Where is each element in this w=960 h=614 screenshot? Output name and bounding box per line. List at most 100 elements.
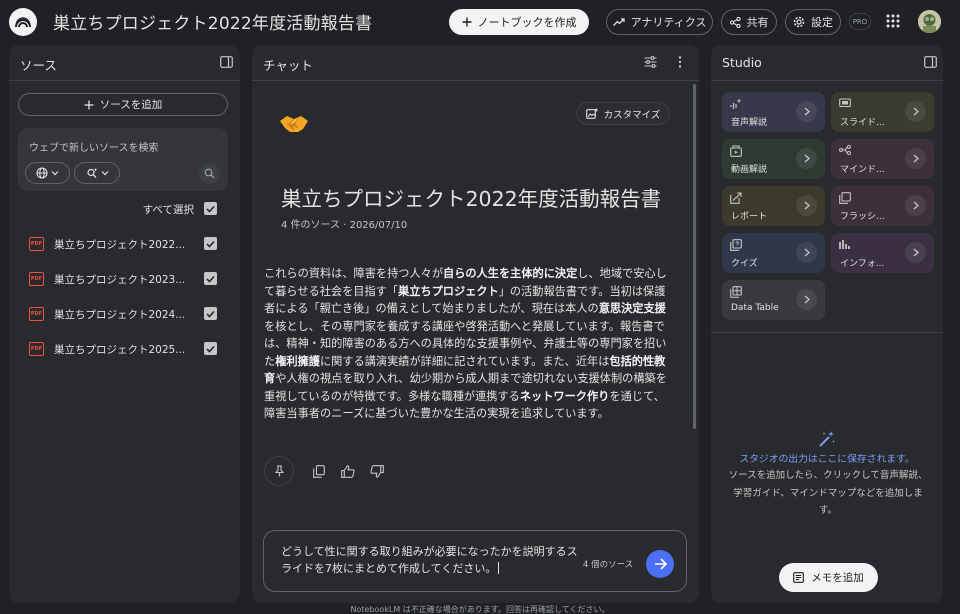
message-actions — [264, 456, 464, 486]
add-source-label: ソースを追加 — [99, 99, 163, 111]
google-apps-icon[interactable] — [886, 14, 900, 28]
chevron-right-icon[interactable] — [796, 242, 817, 263]
pdf-icon: PDF — [29, 237, 44, 251]
search-submit-button[interactable] — [199, 163, 220, 184]
quiz-icon — [730, 239, 742, 251]
more-vert-icon[interactable] — [678, 56, 682, 68]
share-icon — [729, 16, 741, 28]
studio-empty-title: スタジオの出力はここに保存されます。 — [739, 454, 915, 465]
chevron-down-icon — [101, 170, 109, 176]
pin-icon — [274, 465, 284, 477]
chevron-down-icon — [51, 170, 59, 176]
pdf-icon: PDF — [29, 307, 44, 321]
summary-bold-text: 自らの人生を主体的に決定 — [443, 267, 578, 280]
notebook-title-header[interactable]: 巣立ちプロジェクト2022年度活動報告書 — [53, 9, 372, 34]
studio-tile-infographic[interactable]: インフォ... — [831, 233, 934, 273]
studio-tile-quiz[interactable]: クイズ — [722, 233, 825, 273]
studio-tile-mindmap[interactable]: マインド... — [831, 139, 934, 179]
summary-text: これらの資料は、障害を持つ人々が — [264, 267, 444, 280]
source-item[interactable]: PDF 巣立ちプロジェクト2024... — [9, 300, 240, 328]
studio-tile-report[interactable]: レポート — [722, 186, 825, 226]
plus-icon — [84, 100, 94, 110]
research-mode-dropdown[interactable] — [74, 162, 120, 184]
studio-empty-description: ソースを追加したら、クリックして音声解説、学習ガイド、マインドマップなどを追加し… — [728, 470, 928, 516]
source-count: 4 個のソース — [583, 560, 634, 570]
magic-wand-icon — [818, 430, 836, 448]
tile-label: 音声解説 — [731, 118, 768, 128]
share-label: 共有 — [746, 16, 769, 29]
source-item[interactable]: PDF 巣立ちプロジェクト2025... — [9, 335, 240, 363]
thumbs-down-icon — [370, 464, 384, 478]
select-all-checkbox[interactable] — [204, 202, 217, 215]
chevron-right-icon[interactable] — [905, 101, 926, 122]
source-label: 巣立ちプロジェクト2024... — [54, 309, 186, 321]
web-source-dropdown[interactable] — [25, 162, 70, 184]
chevron-right-icon[interactable] — [796, 195, 817, 216]
collapse-panel-icon[interactable] — [924, 56, 937, 68]
chevron-right-icon[interactable] — [796, 101, 817, 122]
add-note-label: メモを追加 — [811, 572, 864, 584]
search-input[interactable]: ウェブで新しいソースを検索 — [29, 139, 159, 154]
chat-scrollbar[interactable] — [693, 84, 696, 429]
source-item[interactable]: PDF 巣立ちプロジェクト2022... — [9, 230, 240, 258]
chat-input[interactable]: どうして性に関する取り組みが必要になったかを説明するスライドを7枚にまとめて作成… — [281, 543, 581, 577]
report-icon — [730, 192, 742, 204]
tile-label: 動画解説 — [731, 165, 768, 175]
source-label: 巣立ちプロジェクト2025... — [54, 344, 186, 356]
pin-button[interactable] — [264, 456, 294, 486]
tile-label: レポート — [731, 212, 768, 222]
add-source-button[interactable]: ソースを追加 — [18, 93, 228, 116]
create-notebook-label: ノートブックを作成 — [477, 16, 577, 29]
source-checkbox[interactable] — [204, 272, 217, 285]
mindmap-icon — [839, 145, 851, 155]
chat-composer[interactable]: どうして性に関する取り組みが必要になったかを説明するスライドを7枚にまとめて作成… — [263, 530, 687, 592]
sources-header: ソース — [9, 45, 240, 81]
sources-title: ソース — [20, 58, 57, 73]
table-icon — [730, 286, 742, 298]
search-icon — [204, 168, 215, 179]
chat-header: チャット — [252, 45, 699, 81]
thumbs-up-button[interactable] — [337, 460, 359, 482]
chat-input-text: どうして性に関する取り組みが必要になったかを説明するスライドを7枚にまとめて作成… — [281, 545, 578, 575]
chevron-right-icon[interactable] — [905, 148, 926, 169]
settings-button[interactable]: 設定 — [785, 9, 841, 35]
chevron-right-icon[interactable] — [905, 195, 926, 216]
chevron-right-icon[interactable] — [796, 289, 817, 310]
collapse-panel-icon[interactable] — [220, 56, 233, 68]
create-notebook-button[interactable]: ノートブックを作成 — [449, 9, 589, 35]
source-item[interactable]: PDF 巣立ちプロジェクト2023... — [9, 265, 240, 293]
thumbs-down-button[interactable] — [366, 460, 388, 482]
copy-button[interactable] — [308, 460, 330, 482]
chat-body: カスタマイズ 巣立ちプロジェクト2022年度活動報告書 4 件のソース · 20… — [252, 82, 699, 603]
studio-tile-flashcards[interactable]: フラッシ... — [831, 186, 934, 226]
chevron-right-icon[interactable] — [796, 148, 817, 169]
tune-icon[interactable] — [644, 56, 657, 68]
slides-icon — [839, 98, 851, 108]
avatar[interactable] — [918, 10, 941, 33]
chevron-right-icon[interactable] — [905, 242, 926, 263]
customize-button[interactable]: カスタマイズ — [576, 102, 670, 125]
summary-text: に関する講演実績が詳細に記されています。また、近年は — [319, 354, 610, 368]
send-button[interactable] — [646, 550, 674, 578]
studio-header: Studio — [711, 45, 943, 81]
summary-bold-text: 巣立ちプロジェクト — [398, 284, 499, 298]
flashcards-icon — [839, 192, 851, 204]
tile-label: スライド... — [840, 118, 885, 128]
add-note-button[interactable]: メモを追加 — [779, 563, 878, 592]
chat-panel: チャット カスタマイズ 巣立ちプロジェクト2022年度活動報告書 4 件のソース… — [252, 45, 699, 603]
source-checkbox[interactable] — [204, 307, 217, 320]
studio-tile-slides[interactable]: スライド... — [831, 92, 934, 132]
top-bar: 巣立ちプロジェクト2022年度活動報告書 ノートブックを作成 アナリティクス 共… — [0, 0, 960, 44]
text-caret — [498, 562, 500, 574]
share-button[interactable]: 共有 — [721, 9, 777, 35]
studio-tile-data-table[interactable]: Data Table — [722, 280, 825, 320]
studio-tile-video-overview[interactable]: 動画解説 — [722, 139, 825, 179]
notebooklm-logo-icon[interactable] — [9, 8, 37, 36]
studio-title: Studio — [722, 55, 762, 70]
pdf-icon: PDF — [29, 342, 44, 356]
source-checkbox[interactable] — [204, 237, 217, 250]
source-checkbox[interactable] — [204, 342, 217, 355]
studio-tile-audio-overview[interactable]: 音声解説 — [722, 92, 825, 132]
analytics-button[interactable]: アナリティクス — [606, 9, 713, 35]
trending-up-icon — [612, 17, 625, 27]
